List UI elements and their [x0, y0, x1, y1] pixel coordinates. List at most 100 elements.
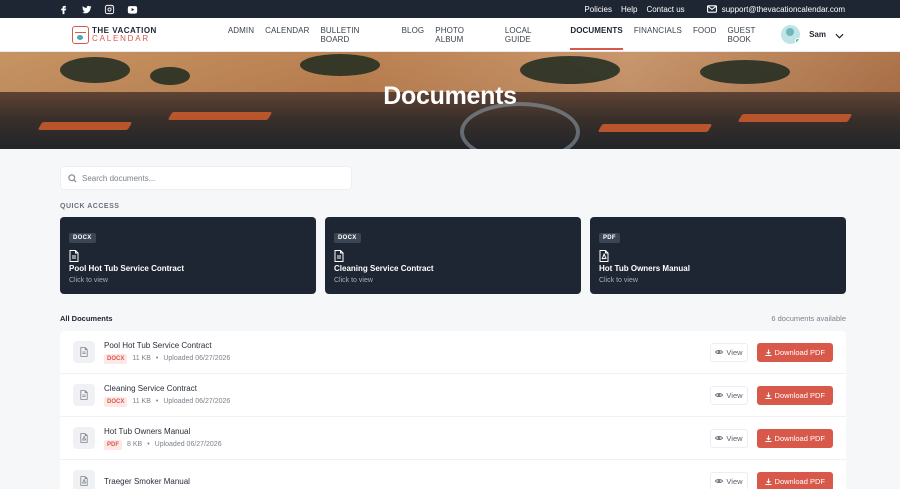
nav-item-photo-album[interactable]: PHOTO ALBUM: [435, 17, 494, 53]
nav-item-financials[interactable]: FINANCIALS: [634, 17, 682, 53]
upload-date: Uploaded 06/27/2026: [163, 355, 231, 362]
search-field[interactable]: [60, 166, 352, 190]
view-label: View: [726, 390, 743, 400]
file-size: 11 KB: [132, 398, 151, 405]
card-subtitle: Click to view: [69, 277, 108, 284]
quick-access-card[interactable]: DOCX Pool Hot Tub Service Contract Click…: [60, 217, 316, 294]
card-subtitle: Click to view: [334, 277, 373, 284]
document-name[interactable]: Hot Tub Owners Manual: [104, 427, 222, 436]
contact-us-link[interactable]: Contact us: [646, 5, 684, 14]
pdf-icon: [599, 249, 609, 262]
avatar: [781, 25, 801, 44]
eye-icon: [715, 393, 724, 397]
download-label: Download PDF: [774, 433, 825, 443]
separator-dot: •: [155, 355, 159, 362]
view-button[interactable]: View: [710, 471, 748, 489]
document-name[interactable]: Pool Hot Tub Service Contract: [104, 341, 230, 350]
nav-item-local-guide[interactable]: LOCAL GUIDE: [505, 17, 559, 53]
top-bar: Policies Help Contact us support@thevaca…: [0, 0, 900, 18]
quick-access-cards: DOCX Pool Hot Tub Service Contract Click…: [60, 217, 846, 294]
help-link[interactable]: Help: [621, 5, 637, 14]
view-label: View: [726, 476, 743, 486]
file-size: 11 KB: [132, 355, 151, 362]
separator-dot: •: [147, 441, 150, 448]
palm-tree: [300, 54, 380, 76]
nav-item-bulletin-board[interactable]: BULLETIN BOARD: [320, 17, 390, 53]
view-button[interactable]: View: [710, 385, 748, 405]
lounge-chair: [167, 112, 273, 120]
file-type-badge: PDF: [104, 439, 122, 450]
document-name[interactable]: Cleaning Service Contract: [104, 384, 230, 393]
lounge-chair: [597, 124, 713, 132]
file-size: 8 KB: [127, 441, 143, 448]
social-links: [57, 3, 138, 15]
download-label: Download PDF: [774, 390, 825, 400]
view-button[interactable]: View: [710, 342, 748, 362]
mail-icon: [706, 5, 717, 13]
twitter-icon[interactable]: [80, 3, 92, 15]
download-pdf-button[interactable]: Download PDF: [756, 342, 833, 362]
online-status-dot: [795, 38, 801, 44]
quick-access-card[interactable]: PDF Hot Tub Owners Manual Click to view: [590, 217, 846, 294]
document-name[interactable]: Traeger Smoker Manual: [104, 477, 190, 486]
download-icon: [764, 477, 772, 485]
file-type-badge: DOCX: [334, 233, 361, 243]
download-pdf-button[interactable]: Download PDF: [756, 385, 833, 405]
lounge-chair: [37, 122, 133, 130]
search-input[interactable]: [82, 173, 342, 183]
search-icon: [68, 173, 77, 183]
nav-item-admin[interactable]: ADMIN: [228, 17, 254, 53]
list-item: Pool Hot Tub Service Contract DOCX 11 KB…: [60, 331, 846, 374]
support-email-link[interactable]: support@thevacationcalendar.com: [706, 4, 845, 14]
download-icon: [764, 348, 772, 356]
view-button[interactable]: View: [710, 428, 748, 448]
download-pdf-button[interactable]: Download PDF: [756, 471, 833, 489]
palm-tree: [520, 56, 620, 84]
eye-icon: [715, 436, 724, 440]
document-icon: [73, 341, 95, 363]
download-label: Download PDF: [774, 347, 825, 357]
list-item: Hot Tub Owners Manual PDF 8 KB • Uploade…: [60, 417, 846, 460]
logo[interactable]: THE VACATION CALENDAR: [72, 25, 228, 44]
download-icon: [764, 434, 772, 442]
file-type-badge: DOCX: [69, 233, 96, 243]
user-name: Sam: [809, 30, 826, 39]
list-item: Cleaning Service Contract DOCX 11 KB • U…: [60, 374, 846, 417]
card-title: Pool Hot Tub Service Contract: [69, 264, 184, 273]
pdf-icon: [73, 427, 95, 449]
support-email: support@thevacationcalendar.com: [721, 4, 845, 14]
all-documents-title: All Documents: [60, 314, 113, 323]
download-label: Download PDF: [774, 476, 825, 486]
pdf-icon: [73, 470, 95, 489]
main-content: QUICK ACCESS DOCX Pool Hot Tub Service C…: [0, 149, 900, 489]
page-title: Documents: [383, 82, 517, 110]
document-icon: [334, 249, 344, 262]
nav-item-calendar[interactable]: CALENDAR: [265, 17, 309, 53]
view-label: View: [726, 433, 743, 443]
upload-date: Uploaded 06/27/2026: [154, 441, 222, 448]
download-icon: [764, 391, 772, 399]
nav-menu: ADMIN CALENDAR BULLETIN BOARD BLOG PHOTO…: [228, 17, 781, 53]
download-pdf-button[interactable]: Download PDF: [756, 428, 833, 448]
calendar-logo-icon: [72, 25, 89, 44]
document-list: Pool Hot Tub Service Contract DOCX 11 KB…: [60, 331, 846, 489]
eye-icon: [715, 350, 724, 354]
policies-link[interactable]: Policies: [584, 5, 612, 14]
card-subtitle: Click to view: [599, 277, 638, 284]
document-count: 6 documents available: [771, 314, 846, 323]
view-label: View: [726, 347, 743, 357]
nav-item-blog[interactable]: BLOG: [402, 17, 425, 53]
quick-access-card[interactable]: DOCX Cleaning Service Contract Click to …: [325, 217, 581, 294]
facebook-icon[interactable]: [57, 3, 69, 15]
all-documents-header: All Documents 6 documents available: [60, 314, 846, 323]
nav-item-guest-book[interactable]: GUEST BOOK: [727, 17, 781, 53]
instagram-icon[interactable]: [103, 3, 115, 15]
nav-item-food[interactable]: FOOD: [693, 17, 717, 53]
document-icon: [73, 384, 95, 406]
user-menu[interactable]: Sam: [781, 25, 844, 44]
youtube-icon[interactable]: [126, 3, 138, 15]
nav-item-documents[interactable]: DOCUMENTS: [570, 17, 624, 53]
card-title: Hot Tub Owners Manual: [599, 264, 690, 273]
logo-line-2: CALENDAR: [92, 33, 150, 43]
chevron-down-icon[interactable]: [835, 26, 844, 44]
